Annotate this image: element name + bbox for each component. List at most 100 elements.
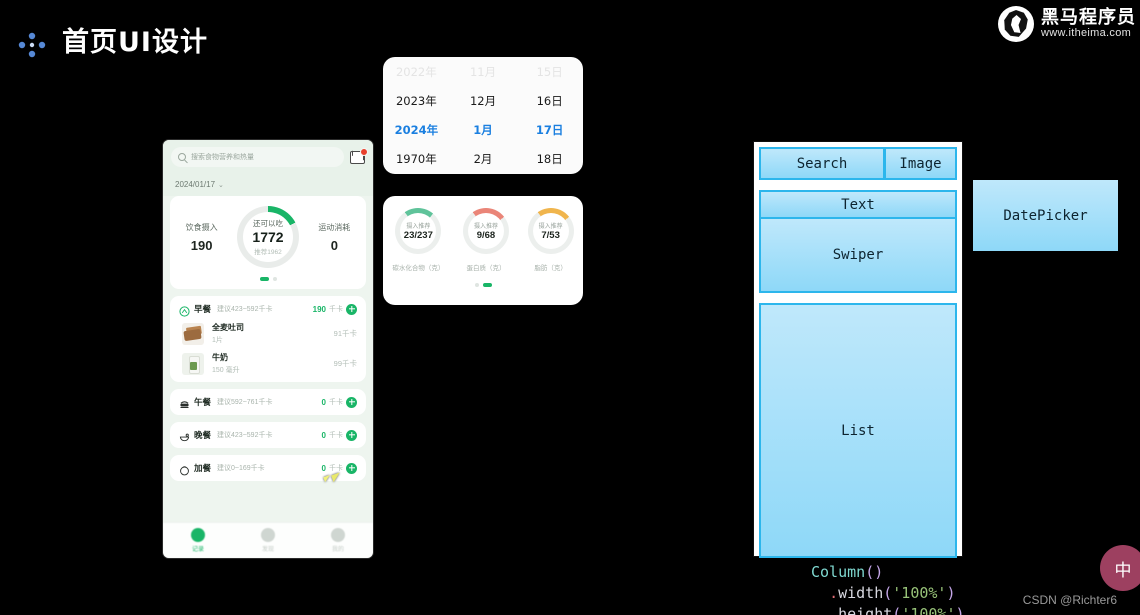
wireframe-panel: Search Image Text Swiper List	[753, 141, 963, 558]
meal-kcal: 190	[312, 304, 326, 314]
code-height-open: (	[892, 605, 902, 615]
meal-recommend: 建议592~761千卡	[217, 399, 273, 406]
meal-recommend: 建议0~169千卡	[217, 465, 265, 472]
picker-day[interactable]: 16日	[516, 93, 583, 109]
code-width-open: (	[883, 584, 893, 602]
wireframe-search-box[interactable]: Search	[759, 147, 884, 180]
picker-month[interactable]: 2月	[450, 151, 517, 167]
meal-card[interactable]: 晚餐 建议423~592千卡 0 千卡	[170, 422, 366, 448]
picker-day[interactable]: 17日	[516, 122, 583, 138]
code-width-close: )	[946, 584, 956, 602]
lunch-icon	[179, 397, 190, 408]
wireframe-text-box[interactable]: Text	[761, 192, 955, 219]
picker-year[interactable]: 2024年	[383, 122, 450, 138]
meal-list: 早餐 建议423~592千卡 190 千卡 全麦吐司 1片 91千卡 牛奶 150 毫升 99千卡…	[163, 296, 373, 481]
tab-clipboard-icon[interactable]: 记录	[191, 528, 205, 553]
carousel-dots[interactable]	[170, 277, 366, 281]
add-food-button[interactable]	[346, 429, 357, 441]
mail-icon[interactable]	[350, 147, 368, 164]
nutrition-value: 9/68	[476, 230, 496, 241]
nutrition-ring: 摄入推荐 7/53	[527, 208, 574, 254]
meal-name: 加餐	[194, 463, 212, 473]
wireframe-list-box[interactable]: List	[759, 303, 957, 558]
wireframe-image-box[interactable]: Image	[884, 147, 957, 180]
ndot-2[interactable]	[482, 283, 492, 287]
ndot-1[interactable]	[474, 283, 479, 287]
picker-day[interactable]: 18日	[516, 151, 583, 167]
date-picker-row[interactable]: 2024年 1月 17日	[383, 115, 583, 144]
nutrition-value: 23/237	[403, 230, 433, 241]
nutrition-item: 摄入推荐 9/68 蛋白质（克）	[462, 208, 509, 272]
meal-unit: 千卡	[329, 306, 343, 313]
nutrition-carousel-dots[interactable]	[383, 283, 583, 287]
food-qty: 1片	[212, 337, 223, 344]
food-item[interactable]: 牛奶 150 毫升 99千卡	[179, 352, 357, 375]
meal-unit: 千卡	[329, 432, 343, 439]
intake-label: 饮食摄入	[185, 222, 218, 232]
tab-circle-icon[interactable]: 发现	[261, 528, 275, 553]
wireframe-swiper-box[interactable]: Swiper	[761, 219, 955, 291]
page-title: 首页UI设计	[62, 27, 208, 58]
date-picker-row[interactable]: 2022年 11月 15日	[383, 57, 583, 86]
person-icon	[331, 528, 345, 542]
chevron-down-icon: ⌄	[218, 181, 224, 189]
date-picker-row[interactable]: 1971年3月19日	[383, 173, 583, 174]
phone-header: 搜索食物营养和热量 2024/01/17 ⌄	[163, 140, 373, 196]
code-width-dot: .	[829, 584, 839, 602]
food-kcal: 99千卡	[333, 359, 357, 368]
meal-card[interactable]: 午餐 建议592~761千卡 0 千卡	[170, 389, 366, 415]
nutrition-label: 碳水化合物（克）	[392, 265, 445, 272]
code-column-paren: ()	[865, 563, 884, 581]
picker-month[interactable]: 12月	[450, 93, 517, 109]
date-picker-row[interactable]: 2023年 12月 16日	[383, 86, 583, 115]
code-height-dot: .	[829, 605, 839, 615]
picker-year[interactable]: 1970年	[383, 151, 450, 167]
intake-value: 190	[190, 237, 213, 253]
add-food-button[interactable]	[346, 396, 357, 408]
meal-kcal: 0	[321, 463, 326, 473]
meal-recommend: 建议423~592千卡	[217, 306, 273, 313]
dinner-icon	[179, 430, 190, 441]
picker-month[interactable]: 1月	[450, 122, 517, 138]
nutrition-item: 摄入推荐 7/53 脂肪（克）	[527, 208, 574, 272]
breakfast-icon	[179, 304, 190, 317]
picker-day[interactable]: 15日	[516, 64, 583, 80]
food-item[interactable]: 全麦吐司 1片 91千卡	[179, 322, 357, 345]
nutrition-ring: 摄入推荐 23/237	[395, 208, 442, 254]
nutrition-value: 7/53	[541, 230, 560, 241]
ring-top-label: 还可以吃	[252, 218, 283, 228]
food-name: 牛奶	[212, 353, 228, 362]
meal-kcal: 0	[321, 397, 326, 407]
dot-2[interactable]	[272, 277, 277, 281]
meal-card[interactable]: 早餐 建议423~592千卡 190 千卡 全麦吐司 1片 91千卡 牛奶 150 毫升 99千卡	[170, 296, 366, 382]
code-height-prop: height	[838, 605, 893, 615]
nutrition-label: 脂肪（克）	[534, 265, 567, 272]
ring-sub-label: 推荐1962	[254, 249, 282, 257]
tab-label: 记录	[191, 547, 204, 553]
tab-person-icon[interactable]: 我的	[331, 528, 345, 553]
search-input[interactable]: 搜索食物营养和热量	[171, 147, 344, 167]
calorie-summary-card: 饮食摄入 190 还可以吃 1772 推荐1962 运动消耗 0	[170, 196, 366, 289]
bottom-tabbar[interactable]: 记录 发现 我的	[163, 522, 373, 558]
burn-value: 0	[330, 237, 338, 253]
picker-year[interactable]: 2022年	[383, 64, 450, 80]
dot-1[interactable]	[259, 277, 269, 281]
date-picker-panel[interactable]: 2022年 11月 15日 2023年 12月 16日 2024年 1月 17日 1970年 2月 1…	[383, 57, 583, 174]
brand-url: www.itheima.com	[1041, 26, 1132, 39]
brand-name: 黑马程序员	[1041, 6, 1136, 28]
add-food-button[interactable]	[346, 303, 357, 315]
search-placeholder: 搜索食物营养和热量	[191, 154, 254, 161]
picker-year[interactable]: 2023年	[383, 93, 450, 109]
nutrition-top-label: 摄入推荐	[406, 224, 431, 230]
add-food-button[interactable]	[346, 462, 357, 474]
nutrition-label: 蛋白质（克）	[466, 265, 506, 272]
datepicker-box[interactable]: DatePicker	[973, 180, 1118, 251]
date-picker-row[interactable]: 1970年 2月 18日	[383, 144, 583, 173]
milk-image	[182, 352, 204, 375]
date-selector[interactable]: 2024/01/17 ⌄	[171, 176, 365, 196]
picker-month[interactable]: 11月	[450, 64, 517, 80]
nutrition-ring: 摄入推荐 9/68	[462, 208, 509, 254]
csdn-watermark: CSDN @Richter6	[1022, 593, 1117, 607]
meal-recommend: 建议423~592千卡	[217, 432, 273, 439]
meal-unit: 千卡	[329, 399, 343, 406]
